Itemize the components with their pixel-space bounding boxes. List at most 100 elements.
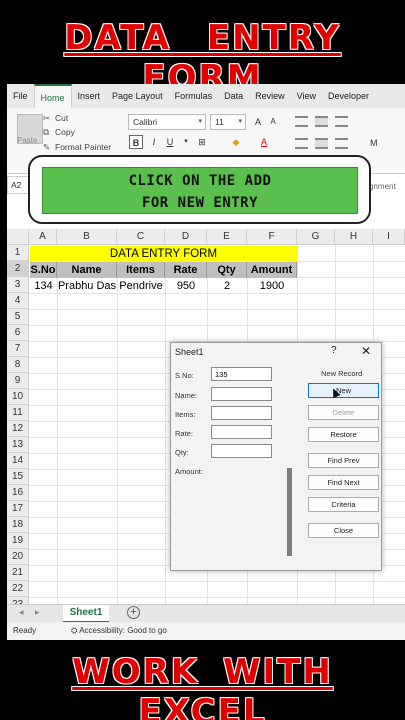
- format-painter-button[interactable]: ✎ Format Painter: [43, 142, 111, 153]
- row-header[interactable]: 14: [7, 453, 29, 469]
- tab-data[interactable]: Data: [218, 84, 249, 108]
- row-header[interactable]: 18: [7, 517, 29, 533]
- data-cell[interactable]: 134: [30, 278, 57, 294]
- field-label-sno: S.No:: [175, 371, 194, 380]
- qty-field[interactable]: [211, 444, 272, 458]
- column-header[interactable]: D: [165, 229, 207, 245]
- row-header[interactable]: 2: [7, 261, 29, 277]
- items-field[interactable]: [211, 406, 272, 420]
- close-icon[interactable]: ✕: [361, 344, 371, 358]
- sno-field[interactable]: 135: [211, 367, 272, 381]
- align-left-icon[interactable]: [295, 138, 308, 149]
- bold-button[interactable]: B: [129, 135, 143, 149]
- paste-label: Paste: [17, 136, 38, 145]
- row-header[interactable]: 8: [7, 357, 29, 373]
- restore-button[interactable]: Restore: [308, 427, 379, 442]
- record-scrollbar[interactable]: [287, 468, 292, 556]
- row-header[interactable]: 7: [7, 341, 29, 357]
- close-button[interactable]: Close: [308, 523, 379, 538]
- tab-file[interactable]: File: [7, 84, 34, 108]
- row-header[interactable]: 17: [7, 501, 29, 517]
- row-header[interactable]: 4: [7, 293, 29, 309]
- row-header[interactable]: 5: [7, 309, 29, 325]
- italic-button[interactable]: I: [147, 135, 161, 149]
- header-cell[interactable]: S.No: [30, 262, 57, 278]
- callout-label: CLICK ON THE ADD FOR NEW ENTRY: [42, 167, 358, 214]
- row-header[interactable]: 15: [7, 469, 29, 485]
- header-cell[interactable]: Amount: [247, 262, 297, 278]
- align-bottom-icon[interactable]: [335, 116, 348, 127]
- criteria-button[interactable]: Criteria: [308, 497, 379, 512]
- header-cell[interactable]: Rate: [165, 262, 207, 278]
- select-all-corner[interactable]: [7, 229, 29, 245]
- brush-icon: ✎: [43, 142, 51, 152]
- delete-button[interactable]: Delete: [308, 405, 379, 420]
- data-cell[interactable]: Pendrive: [117, 278, 165, 294]
- row-header[interactable]: 19: [7, 533, 29, 549]
- add-sheet-icon[interactable]: +: [127, 606, 140, 619]
- tab-home[interactable]: Home: [33, 84, 72, 108]
- copy-label: Copy: [55, 127, 75, 137]
- chevron-left-icon[interactable]: ◂: [19, 607, 24, 618]
- column-header[interactable]: C: [117, 229, 165, 245]
- tab-developer[interactable]: Developer: [322, 84, 375, 108]
- copy-button[interactable]: ⧉ Copy: [43, 127, 75, 138]
- data-cell[interactable]: 950: [165, 278, 207, 294]
- tab-page-layout[interactable]: Page Layout: [106, 84, 169, 108]
- grow-font-icon[interactable]: A: [251, 115, 265, 129]
- header-cell[interactable]: Qty: [207, 262, 247, 278]
- row-header[interactable]: 9: [7, 373, 29, 389]
- row-header[interactable]: 11: [7, 405, 29, 421]
- find-prev-button[interactable]: Find Prev: [308, 453, 379, 468]
- align-center-icon[interactable]: [315, 138, 328, 149]
- align-top-icon[interactable]: [295, 116, 308, 127]
- column-header[interactable]: F: [247, 229, 297, 245]
- tab-review[interactable]: Review: [249, 84, 291, 108]
- column-header[interactable]: G: [297, 229, 335, 245]
- row-header[interactable]: 13: [7, 437, 29, 453]
- column-header[interactable]: H: [335, 229, 373, 245]
- new-button[interactable]: New: [308, 383, 379, 398]
- row-header[interactable]: 10: [7, 389, 29, 405]
- font-name-select[interactable]: Calibri ▾: [128, 114, 206, 130]
- tab-insert[interactable]: Insert: [72, 84, 107, 108]
- data-cell[interactable]: 1900: [247, 278, 297, 294]
- underline-button[interactable]: U: [163, 135, 177, 149]
- column-header[interactable]: E: [207, 229, 247, 245]
- row-header[interactable]: 16: [7, 485, 29, 501]
- sheet-tab-sheet1[interactable]: Sheet1: [63, 605, 109, 623]
- font-size-select[interactable]: 11 ▾: [210, 114, 246, 130]
- align-right-icon[interactable]: [335, 138, 348, 149]
- row-header[interactable]: 1: [7, 245, 29, 261]
- data-cell[interactable]: 2: [207, 278, 247, 294]
- row-header[interactable]: 22: [7, 581, 29, 597]
- cut-button[interactable]: ✂ Cut: [43, 113, 68, 124]
- row-header[interactable]: 21: [7, 565, 29, 581]
- font-color-icon[interactable]: A: [257, 135, 271, 149]
- column-header[interactable]: B: [57, 229, 117, 245]
- column-header[interactable]: A: [29, 229, 57, 245]
- row-header[interactable]: 3: [7, 277, 29, 293]
- shrink-font-icon[interactable]: A: [266, 115, 280, 129]
- align-middle-icon[interactable]: [315, 116, 328, 127]
- border-icon[interactable]: ⊞: [195, 135, 209, 149]
- name-field[interactable]: [211, 387, 272, 401]
- tab-formulas[interactable]: Formulas: [169, 84, 219, 108]
- accessibility-status[interactable]: ⛭ Accessibility: Good to go: [71, 626, 167, 636]
- help-icon[interactable]: ?: [331, 345, 337, 356]
- merge-label[interactable]: M: [370, 138, 378, 148]
- fill-color-icon[interactable]: ◆: [229, 135, 243, 149]
- header-cell[interactable]: Items: [117, 262, 165, 278]
- row-header[interactable]: 20: [7, 549, 29, 565]
- row-header[interactable]: 12: [7, 421, 29, 437]
- column-header[interactable]: I: [373, 229, 405, 245]
- chevron-right-icon[interactable]: ▸: [35, 607, 40, 618]
- chevron-down-icon[interactable]: ▾: [179, 135, 193, 149]
- data-cell[interactable]: Prabhu Das: [57, 278, 117, 294]
- header-cell[interactable]: Name: [57, 262, 117, 278]
- rate-field[interactable]: [211, 425, 272, 439]
- row-header[interactable]: 6: [7, 325, 29, 341]
- tab-view[interactable]: View: [291, 84, 322, 108]
- find-next-button[interactable]: Find Next: [308, 475, 379, 490]
- form-title-cell[interactable]: DATA ENTRY FORM: [30, 246, 297, 262]
